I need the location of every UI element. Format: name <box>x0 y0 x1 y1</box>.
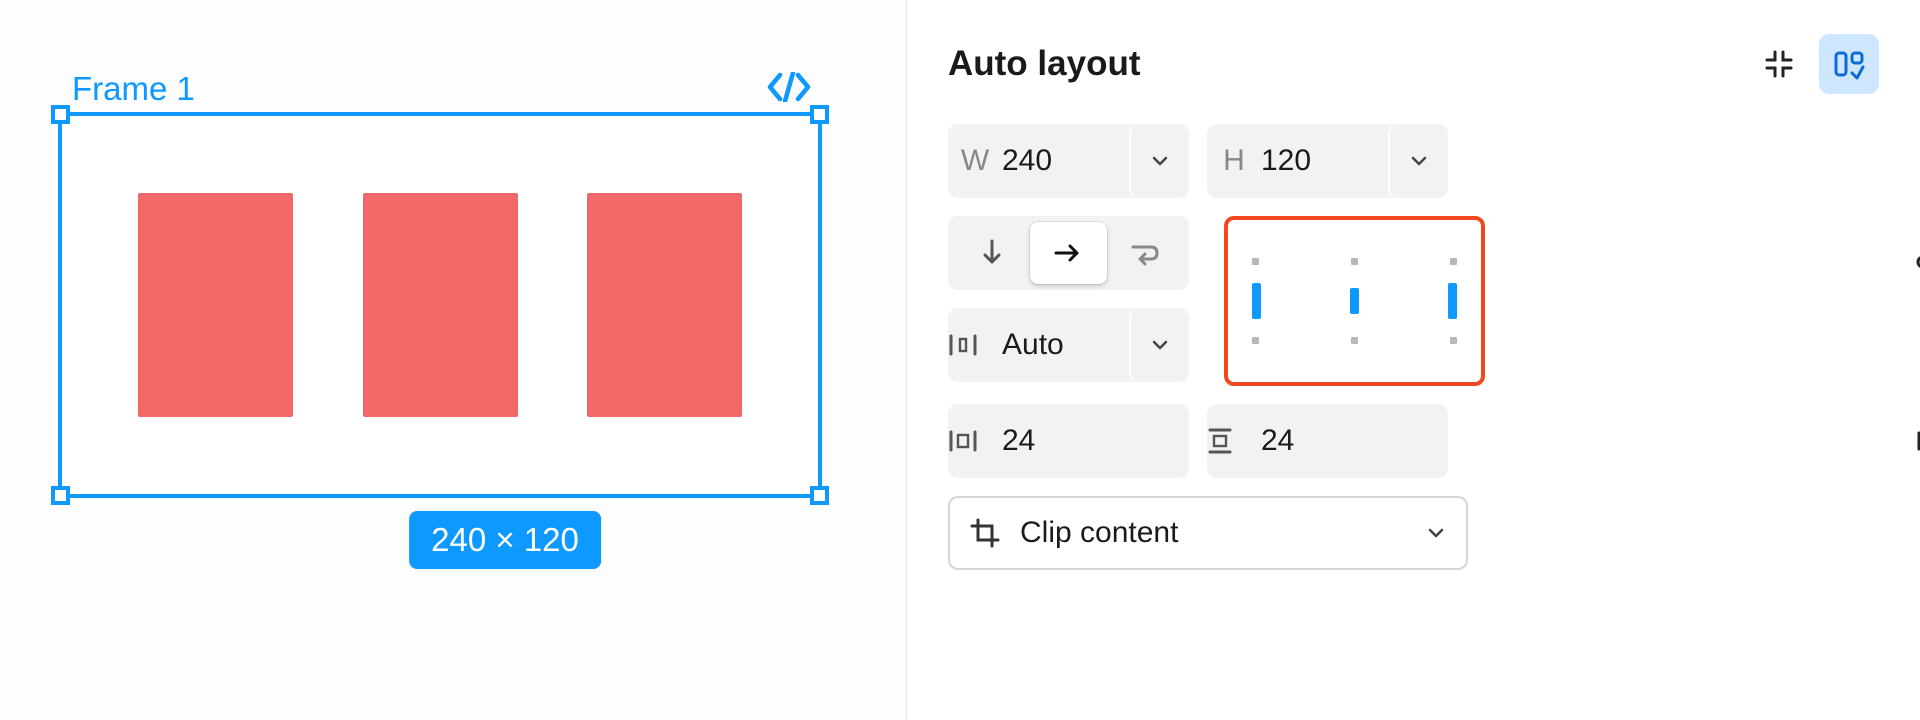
height-value[interactable]: 120 <box>1261 144 1400 178</box>
vertical-padding-value[interactable]: 24 <box>1261 424 1448 458</box>
align-bottom-left[interactable] <box>1252 337 1259 344</box>
horizontal-padding-icon <box>948 429 1002 453</box>
direction-horizontal-button[interactable] <box>1030 222 1106 284</box>
height-prefix: H <box>1207 144 1261 178</box>
gap-value[interactable]: Auto <box>1002 328 1141 362</box>
vertical-padding-field[interactable]: 24 <box>1207 404 1448 478</box>
dev-mode-icon[interactable] <box>767 72 811 102</box>
direction-vertical-button[interactable] <box>954 222 1030 284</box>
frame-children <box>62 116 818 494</box>
panel-title: Auto layout <box>948 44 1140 84</box>
rect-shape[interactable] <box>363 193 518 417</box>
selected-frame[interactable] <box>58 112 822 498</box>
width-resize-dropdown[interactable] <box>1129 124 1189 198</box>
gap-icon <box>948 332 1002 358</box>
align-top-right[interactable] <box>1450 258 1457 265</box>
height-resize-dropdown[interactable] <box>1388 124 1448 198</box>
width-prefix: W <box>948 144 1002 178</box>
alignment-grid[interactable] <box>1224 216 1485 386</box>
vertical-padding-icon <box>1207 427 1261 455</box>
individual-padding-icon[interactable] <box>1900 424 1920 458</box>
gap-dropdown[interactable] <box>1129 308 1189 382</box>
dimensions-badge: 240 × 120 <box>409 511 601 569</box>
align-mid-left[interactable] <box>1252 283 1261 319</box>
align-mid-right[interactable] <box>1448 283 1457 319</box>
height-field[interactable]: H 120 <box>1207 124 1448 198</box>
collapse-icon[interactable] <box>1749 34 1809 94</box>
horizontal-padding-value[interactable]: 24 <box>1002 424 1189 458</box>
auto-layout-mode-icon[interactable] <box>1819 34 1879 94</box>
align-top-center[interactable] <box>1351 258 1358 265</box>
clip-content-field[interactable]: Clip content <box>948 496 1468 570</box>
advanced-layout-settings-icon[interactable] <box>1900 240 1920 274</box>
rect-shape[interactable] <box>587 193 742 417</box>
direction-wrap-button[interactable] <box>1107 222 1183 284</box>
align-bottom-right[interactable] <box>1450 337 1457 344</box>
align-mid-center[interactable] <box>1350 288 1359 314</box>
rect-shape[interactable] <box>138 193 293 417</box>
canvas-area[interactable]: Frame 1 240 × 120 <box>0 0 907 720</box>
horizontal-padding-field[interactable]: 24 <box>948 404 1189 478</box>
direction-group <box>948 216 1189 290</box>
gap-field[interactable]: Auto <box>948 308 1189 382</box>
width-field[interactable]: W 240 <box>948 124 1189 198</box>
chevron-down-icon[interactable] <box>1426 523 1446 543</box>
frame-label[interactable]: Frame 1 <box>72 70 195 108</box>
width-value[interactable]: 240 <box>1002 144 1141 178</box>
clip-content-label: Clip content <box>1020 516 1406 550</box>
align-top-left[interactable] <box>1252 258 1259 265</box>
clip-icon <box>970 518 1000 548</box>
auto-layout-panel: Auto layout W 240 H 120 <box>907 0 1920 720</box>
align-bottom-center[interactable] <box>1351 337 1358 344</box>
